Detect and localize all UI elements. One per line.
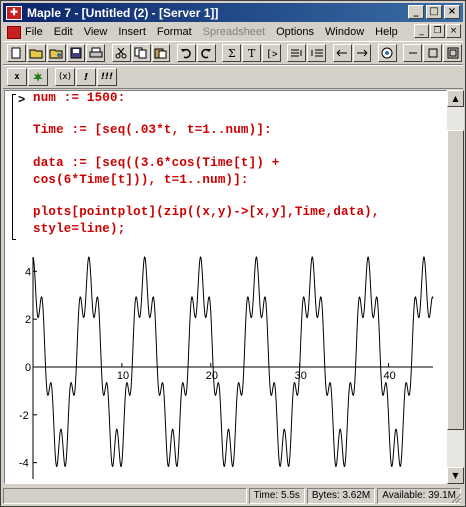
doc-minimize-button[interactable]: _ — [414, 24, 429, 38]
y-tick-label: 0 — [25, 362, 31, 374]
join-icon[interactable] — [307, 44, 327, 62]
open-url-icon[interactable] — [46, 44, 66, 62]
input-prompt: > — [18, 93, 26, 107]
svg-text:Σ: Σ — [228, 47, 236, 59]
maple-input-icon[interactable] — [28, 68, 48, 86]
title-bar[interactable]: ✚ Maple 7 - [Untitled (2) - [Server 1]] … — [3, 3, 463, 22]
svg-text:T: T — [248, 47, 256, 59]
execute-all-icon[interactable]: !!! — [97, 68, 117, 86]
code-line[interactable]: data := [seq((3.6*cos(Time[t]) + — [33, 156, 279, 170]
minimize-button[interactable]: _ — [408, 5, 424, 19]
plot-output[interactable]: 10 20 30 40420-2-4 — [5, 251, 445, 481]
status-time: Time: 5.5s — [248, 487, 305, 504]
menu-edit[interactable]: Edit — [54, 26, 73, 38]
y-tick-label: -4 — [19, 458, 29, 470]
code-line[interactable]: Time := [seq(.03*t, t=1..num)]: — [33, 123, 272, 137]
new-icon[interactable] — [7, 44, 26, 62]
execute-icon[interactable]: ! — [76, 68, 96, 86]
forward-icon[interactable] — [352, 44, 372, 62]
open-icon[interactable] — [26, 44, 46, 62]
doc-close-button[interactable]: × — [446, 24, 461, 38]
scroll-up-button[interactable]: ▲ — [447, 90, 464, 107]
menu-spreadsheet[interactable]: Spreadsheet — [203, 26, 265, 38]
scroll-thumb[interactable] — [447, 130, 464, 430]
window-title: Maple 7 - [Untitled (2) - [Server 1]] — [27, 5, 219, 20]
back-icon[interactable] — [332, 44, 352, 62]
status-message — [3, 487, 247, 504]
worksheet[interactable]: > num := 1500: Time := [seq(.03*t, t=1..… — [4, 90, 447, 484]
status-bytes: Bytes: 3.62M — [306, 487, 376, 504]
menu-bar: File Edit View Insert Format Spreadsheet… — [3, 23, 463, 41]
text-mode-icon[interactable]: x — [7, 68, 27, 86]
y-tick-label: -2 — [19, 410, 29, 422]
context-toolbar: x (x) ! !!! — [3, 65, 463, 89]
save-icon[interactable] — [66, 44, 86, 62]
code-line[interactable]: plots[pointplot](zip((x,y)->[x,y],Time,d… — [33, 205, 380, 219]
document-icon[interactable] — [7, 25, 21, 39]
doc-restore-button[interactable]: ❐ — [430, 24, 445, 38]
code-line[interactable]: num := 1500: — [33, 91, 125, 105]
menu-insert[interactable]: Insert — [118, 26, 146, 38]
main-toolbar: Σ T [> — [3, 41, 463, 65]
cut-icon[interactable] — [111, 44, 131, 62]
paste-icon[interactable] — [151, 44, 171, 62]
code-line[interactable]: style=line); — [33, 222, 125, 236]
zoom-400-icon[interactable] — [443, 44, 462, 62]
y-tick-label: 4 — [25, 266, 31, 278]
svg-text:[>: [> — [266, 49, 277, 59]
execution-group-bracket[interactable] — [12, 94, 16, 240]
zoom-100-icon[interactable] — [403, 44, 423, 62]
zoom-200-icon[interactable] — [423, 44, 443, 62]
maximize-button[interactable]: □ — [426, 5, 442, 19]
x-tick-label: 30 — [295, 370, 307, 382]
menu-view[interactable]: View — [84, 26, 108, 38]
vertical-scrollbar[interactable]: ▲ ▼ — [447, 90, 464, 484]
text-icon[interactable]: T — [242, 44, 261, 62]
menu-help[interactable]: Help — [375, 26, 398, 38]
print-icon[interactable] — [86, 44, 106, 62]
status-available: Available: 39.1M — [377, 487, 461, 504]
scroll-down-button[interactable]: ▼ — [447, 467, 464, 484]
menu-format[interactable]: Format — [157, 26, 192, 38]
resize-grip-icon[interactable] — [450, 492, 462, 504]
status-bar: Time: 5.5s Bytes: 3.62M Available: 39.1M — [3, 486, 463, 505]
maple-window: ✚ Maple 7 - [Untitled (2) - [Server 1]] … — [0, 0, 466, 507]
menu-options[interactable]: Options — [276, 26, 314, 38]
stop-icon[interactable] — [378, 44, 397, 62]
menu-file[interactable]: File — [25, 26, 43, 38]
prompt-icon[interactable]: [> — [261, 44, 281, 62]
close-button[interactable]: × — [444, 5, 460, 19]
series-line — [32, 256, 434, 468]
execute-selection-icon[interactable]: (x) — [55, 68, 75, 86]
split-icon[interactable] — [287, 44, 307, 62]
redo-icon[interactable] — [196, 44, 216, 62]
menu-window[interactable]: Window — [325, 26, 364, 38]
y-tick-label: 2 — [25, 314, 31, 326]
x-tick-label: 10 — [117, 370, 129, 382]
code-line[interactable]: cos(6*Time[t])), t=1..num)]: — [33, 173, 249, 187]
copy-icon[interactable] — [131, 44, 151, 62]
x-tick-label: 20 — [206, 370, 218, 382]
x-tick-label: 40 — [384, 370, 396, 382]
undo-icon[interactable] — [176, 44, 196, 62]
maple-leaf-icon[interactable]: ✚ — [6, 5, 22, 20]
sigma-icon[interactable]: Σ — [222, 44, 242, 62]
